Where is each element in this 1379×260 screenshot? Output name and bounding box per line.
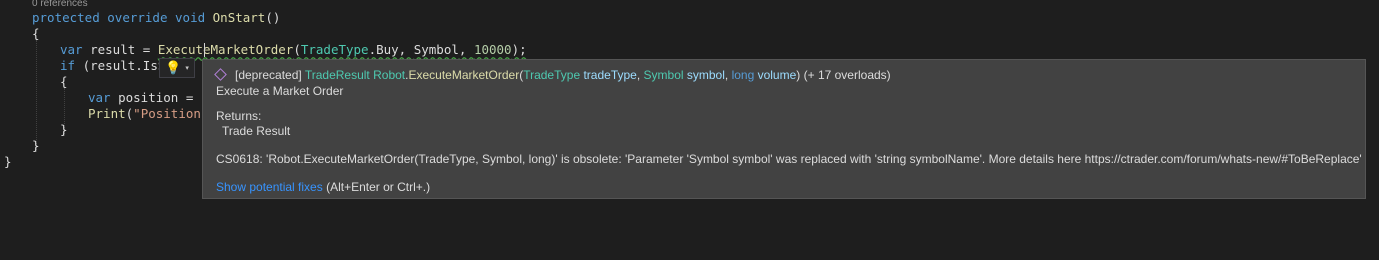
indent-guide [36,40,37,152]
code-line-brace: } [4,154,12,169]
class-link[interactable]: Robot [373,68,405,82]
code-line-position: var position = re [88,90,216,105]
code-line-print: Print("Position c [88,106,216,121]
text-cursor [204,43,205,57]
quick-actions-button[interactable]: 💡 ▾ [159,58,195,78]
method-signature: [deprecated] TradeResult Robot.ExecuteMa… [235,68,891,82]
method-icon [214,68,227,81]
code-line-brace: { [32,26,40,41]
lightbulb-icon: 💡 [165,60,182,76]
code-line-brace: { [60,74,68,89]
returns-value: Trade Result [222,124,291,138]
returns-label: Returns: [216,109,262,123]
fixes-shortcut-hint: (Alt+Enter or Ctrl+.) [322,180,431,194]
code-line-execute: var result = ExecuteMarketOrder(TradeTyp… [60,42,527,57]
code-line-brace: } [32,138,40,153]
show-potential-fixes-link[interactable]: Show potential fixes [216,180,323,194]
method-description: Execute a Market Order [216,84,344,98]
execute-market-order-call: ExecuteMarketOrder [157,42,294,57]
obsolete-warning: CS0618: 'Robot.ExecuteMarketOrder(TradeT… [216,152,1362,166]
code-line-brace: } [60,122,68,137]
return-type-link[interactable]: TradeResult [305,68,370,82]
codelens-references[interactable]: 0 references [32,0,88,9]
code-line-onstart: protected override void OnStart() [32,10,281,25]
quickinfo-tooltip: [deprecated] TradeResult Robot.ExecuteMa… [202,59,1366,199]
chevron-down-icon: ▾ [185,63,189,72]
fixes-row: Show potential fixes (Alt+Enter or Ctrl+… [216,180,430,194]
